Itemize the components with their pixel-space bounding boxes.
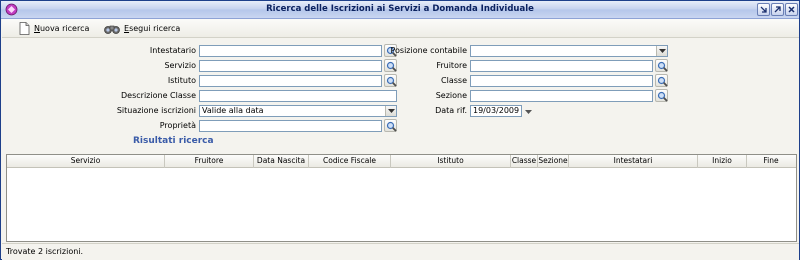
- intestatario-field[interactable]: [199, 45, 382, 57]
- data-rif-label: Data rif.: [435, 106, 467, 115]
- column-header-istituto[interactable]: Istituto: [391, 155, 511, 168]
- classe-field[interactable]: [470, 75, 653, 87]
- servizio-label: Servizio: [164, 61, 196, 70]
- chevron-down-icon: [659, 49, 666, 53]
- binoculars-icon: [104, 25, 120, 34]
- minimize-icon: [760, 6, 767, 13]
- minimize-button[interactable]: [757, 3, 770, 16]
- proprieta-field[interactable]: [199, 120, 382, 132]
- servizio-field[interactable]: [199, 60, 382, 72]
- column-header-classe[interactable]: Classe: [511, 155, 538, 168]
- column-header-intestatari[interactable]: Intestatari: [569, 155, 698, 168]
- new-search-button[interactable]: Nuova ricerca: [19, 21, 89, 36]
- sezione-lookup-button[interactable]: [655, 89, 668, 102]
- status-text: Trovate 2 iscrizioni.: [6, 247, 84, 256]
- posizione-contabile-label: Posizione contabile: [390, 46, 467, 55]
- situazione-iscrizioni-label: Situazione iscrizioni: [116, 106, 196, 115]
- window-title: Ricerca delle Iscrizioni ai Servizi a Do…: [266, 4, 534, 14]
- date-picker-button[interactable]: [523, 105, 534, 117]
- results-title: Risultati ricerca: [133, 136, 214, 146]
- fruitore-field[interactable]: [470, 60, 653, 72]
- classe-lookup-button[interactable]: [655, 74, 668, 87]
- proprieta-label: Proprietà: [159, 121, 196, 130]
- posizione-contabile-select[interactable]: [470, 45, 668, 57]
- search-icon: [657, 91, 668, 102]
- istituto-field[interactable]: [199, 75, 382, 87]
- run-search-label: Esegui ricerca: [124, 24, 181, 33]
- posizione-contabile-dropdown-button[interactable]: [656, 46, 667, 56]
- new-search-label: Nuova ricerca: [34, 24, 90, 33]
- descrizione-classe-field[interactable]: [199, 90, 397, 102]
- run-search-button[interactable]: Esegui ricerca: [104, 21, 180, 36]
- search-icon: [386, 121, 397, 132]
- classe-label: Classe: [441, 76, 467, 85]
- results-table-header: Servizio Fruitore Data Nascita Codice Fi…: [7, 155, 796, 168]
- main-window: Ricerca delle Iscrizioni ai Servizi a Do…: [0, 0, 800, 260]
- column-header-data-nascita[interactable]: Data Nascita: [254, 155, 309, 168]
- column-header-fruitore[interactable]: Fruitore: [165, 155, 254, 168]
- intestatario-label: Intestatario: [149, 46, 196, 55]
- column-header-servizio[interactable]: Servizio: [7, 155, 165, 168]
- column-header-sezione[interactable]: Sezione: [538, 155, 569, 168]
- search-icon: [657, 61, 668, 72]
- status-bar: Trovate 2 iscrizioni.: [2, 243, 799, 260]
- fruitore-lookup-button[interactable]: [655, 59, 668, 72]
- close-button[interactable]: [785, 3, 798, 16]
- column-header-fine[interactable]: Fine: [747, 155, 795, 168]
- new-document-icon: [19, 22, 30, 35]
- sezione-field[interactable]: [470, 90, 653, 102]
- situazione-iscrizioni-select[interactable]: Valide alla data: [199, 105, 397, 117]
- toolbar: Nuova ricerca Esegui ricerca: [2, 19, 799, 38]
- situazione-iscrizioni-value: Valide alla data: [202, 106, 264, 115]
- data-rif-field[interactable]: 19/03/2009: [470, 105, 522, 117]
- column-header-codice-fiscale[interactable]: Codice Fiscale: [309, 155, 391, 168]
- maximize-icon: [774, 6, 781, 13]
- maximize-button[interactable]: [771, 3, 784, 16]
- istituto-label: Istituto: [167, 76, 196, 85]
- descrizione-classe-label: Descrizione Classe: [121, 91, 196, 100]
- chevron-down-icon: [525, 110, 532, 114]
- proprieta-lookup-button[interactable]: [384, 119, 397, 132]
- close-icon: [788, 6, 795, 13]
- sezione-label: Sezione: [435, 91, 467, 100]
- title-bar[interactable]: Ricerca delle Iscrizioni ai Servizi a Do…: [1, 1, 799, 19]
- search-form: Intestatario Servizio Istituto Descrizio…: [2, 39, 799, 153]
- column-header-inizio[interactable]: Inizio: [698, 155, 747, 168]
- fruitore-label: Fruitore: [436, 61, 467, 70]
- results-table[interactable]: Servizio Fruitore Data Nascita Codice Fi…: [6, 154, 797, 242]
- search-icon: [657, 76, 668, 87]
